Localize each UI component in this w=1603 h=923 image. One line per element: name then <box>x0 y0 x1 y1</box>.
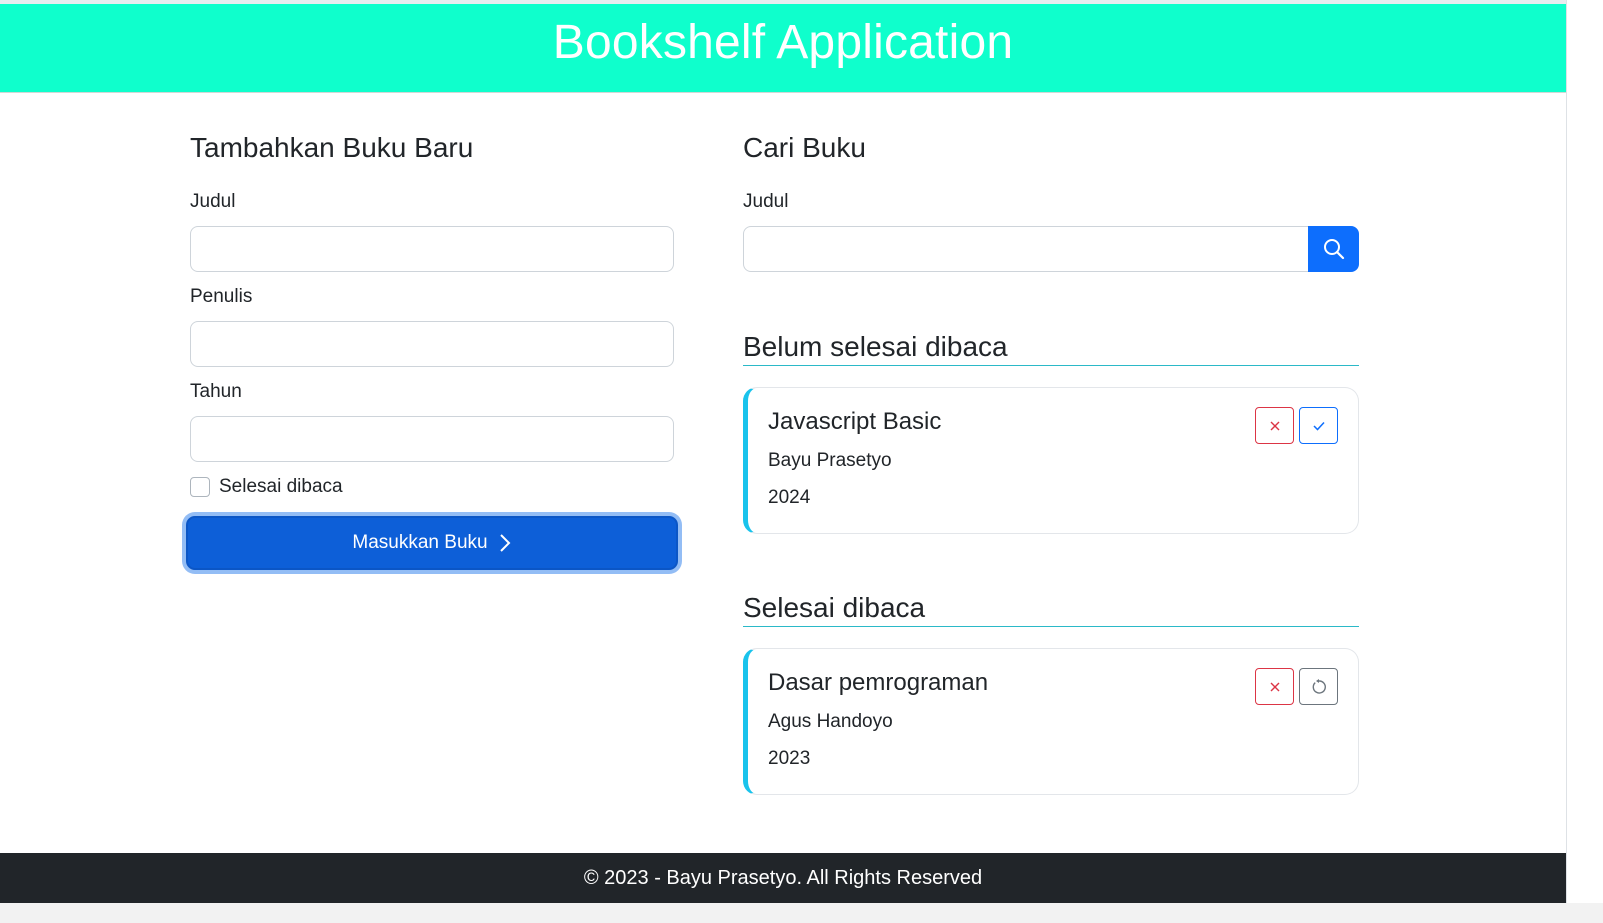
finished-divider <box>743 626 1359 627</box>
unfinished-title: Belum selesai dibaca <box>743 331 1008 362</box>
delete-book-button[interactable] <box>1255 407 1294 444</box>
book-title-input[interactable] <box>190 226 674 272</box>
add-book-title: Tambahkan Buku Baru <box>190 132 474 163</box>
window-edge <box>1566 0 1603 923</box>
book-author: Bayu Prasetyo <box>768 450 892 471</box>
book-card: Javascript Basic Bayu Prasetyo 2024 <box>743 387 1359 534</box>
search-button[interactable] <box>1308 226 1359 272</box>
complete-checkbox[interactable] <box>190 477 210 497</box>
unfinished-divider <box>743 365 1359 366</box>
submit-book-button[interactable]: Masukkan Buku <box>186 516 678 570</box>
book-title: Javascript Basic <box>768 408 942 435</box>
book-card: Dasar pemrograman Agus Handoyo 2023 <box>743 648 1359 795</box>
finished-title: Selesai dibaca <box>743 592 926 623</box>
book-year-input[interactable] <box>190 416 674 462</box>
book-title: Dasar pemrograman <box>768 669 989 696</box>
book-author: Agus Handoyo <box>768 711 893 732</box>
app-title: Bookshelf Application <box>552 15 1014 69</box>
search-label: Judul <box>743 191 789 212</box>
undo-book-button[interactable] <box>1299 668 1338 705</box>
delete-book-button[interactable] <box>1255 668 1294 705</box>
search-title: Cari Buku <box>743 132 866 163</box>
submit-book-label: Masukkan Buku <box>352 532 488 553</box>
chevron-right-icon <box>499 534 511 552</box>
author-label: Penulis <box>190 286 253 307</box>
close-icon <box>1270 421 1279 430</box>
book-year: 2023 <box>768 748 811 769</box>
mark-complete-button[interactable] <box>1299 407 1338 444</box>
book-year: 2024 <box>768 487 811 508</box>
footer-text: © 2023 - Bayu Prasetyo. All Rights Reser… <box>583 866 983 889</box>
undo-icon <box>1312 678 1326 694</box>
book-author-input[interactable] <box>190 321 674 367</box>
complete-checkbox-label: Selesai dibaca <box>219 476 343 497</box>
close-icon <box>1270 682 1279 691</box>
check-icon <box>1312 421 1325 431</box>
search-icon <box>1323 239 1344 260</box>
year-label: Tahun <box>190 381 242 402</box>
search-input[interactable] <box>743 226 1309 272</box>
title-label: Judul <box>190 191 236 212</box>
bottom-strip <box>0 903 1603 923</box>
footer: © 2023 - Bayu Prasetyo. All Rights Reser… <box>0 853 1566 903</box>
app-header: Bookshelf Application <box>0 4 1566 93</box>
